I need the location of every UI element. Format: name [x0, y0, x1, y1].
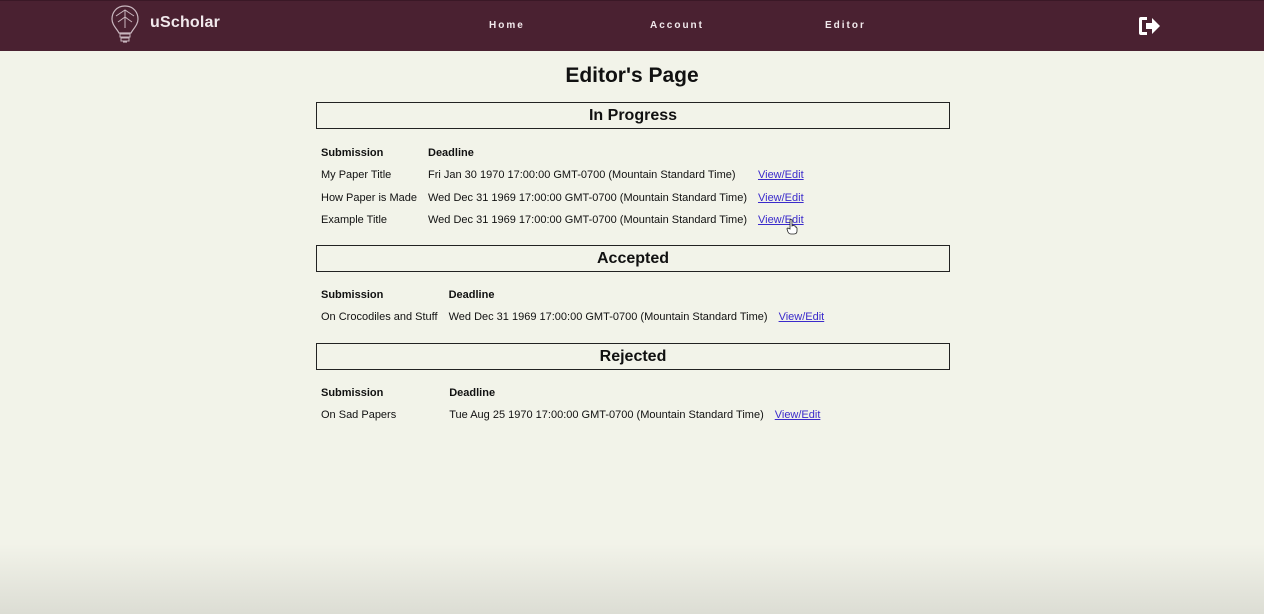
submission-title: On Sad Papers: [321, 409, 397, 422]
table-row: On Sad Papers Tue Aug 25 1970 17:00:00 G…: [316, 404, 826, 427]
in-progress-table: Submission Deadline My Paper Title Fri J…: [316, 142, 810, 232]
deadline-value: Wed Dec 31 1969 17:00:00 GMT-0700 (Mount…: [448, 311, 768, 324]
deadline-value: Wed Dec 31 1969 17:00:00 GMT-0700 (Mount…: [428, 214, 747, 227]
top-navbar: uScholar Home Account Editor: [0, 0, 1264, 51]
nav-editor[interactable]: Editor: [825, 20, 866, 31]
view-edit-link[interactable]: View/Edit: [779, 311, 825, 323]
column-header-action: [774, 284, 831, 306]
view-edit-link[interactable]: View/Edit: [775, 409, 821, 421]
submission-title: On Crocodiles and Stuff: [321, 311, 438, 324]
hand-cursor-icon: [786, 219, 798, 235]
section-header-in-progress: In Progress: [316, 102, 950, 129]
rejected-table: Submission Deadline On Sad Papers Tue Au…: [316, 382, 826, 427]
view-edit-link[interactable]: View/Edit: [758, 169, 804, 181]
table-header-row: Submission Deadline: [316, 284, 830, 306]
deadline-value: Tue Aug 25 1970 17:00:00 GMT-0700 (Mount…: [449, 409, 764, 422]
table-row: Example Title Wed Dec 31 1969 17:00:00 G…: [316, 209, 810, 232]
view-edit-link[interactable]: View/Edit: [758, 192, 804, 204]
column-header-submission: Submission: [321, 147, 384, 159]
table-row: How Paper is Made Wed Dec 31 1969 17:00:…: [316, 187, 810, 210]
column-header-submission: Submission: [321, 387, 384, 399]
submission-title: Example Title: [321, 214, 388, 227]
bottom-shade: [0, 544, 1264, 614]
nav-account[interactable]: Account: [650, 20, 704, 31]
submission-title: My Paper Title: [321, 169, 392, 182]
deadline-value: Fri Jan 30 1970 17:00:00 GMT-0700 (Mount…: [428, 169, 736, 182]
section-header-accepted: Accepted: [316, 245, 950, 272]
nav-home[interactable]: Home: [489, 20, 525, 31]
deadline-value: Wed Dec 31 1969 17:00:00 GMT-0700 (Mount…: [428, 191, 747, 204]
column-header-action: [770, 382, 827, 404]
column-header-deadline: Deadline: [448, 289, 495, 301]
table-row: My Paper Title Fri Jan 30 1970 17:00:00 …: [316, 164, 810, 187]
accepted-table: Submission Deadline On Crocodiles and St…: [316, 284, 830, 329]
table-row: On Crocodiles and Stuff Wed Dec 31 1969 …: [316, 306, 830, 329]
table-header-row: Submission Deadline: [316, 142, 810, 164]
section-header-rejected: Rejected: [316, 343, 950, 370]
lightbulb-logo-icon[interactable]: [110, 4, 140, 46]
brand-name[interactable]: uScholar: [150, 14, 220, 32]
table-header-row: Submission Deadline: [316, 382, 826, 404]
column-header-deadline: Deadline: [428, 147, 474, 159]
submission-title: How Paper is Made: [321, 191, 417, 204]
sign-out-icon[interactable]: [1137, 14, 1161, 38]
page-title: Editor's Page: [565, 64, 699, 87]
column-header-deadline: Deadline: [449, 387, 496, 399]
column-header-submission: Submission: [321, 289, 384, 301]
column-header-action: [753, 142, 810, 164]
